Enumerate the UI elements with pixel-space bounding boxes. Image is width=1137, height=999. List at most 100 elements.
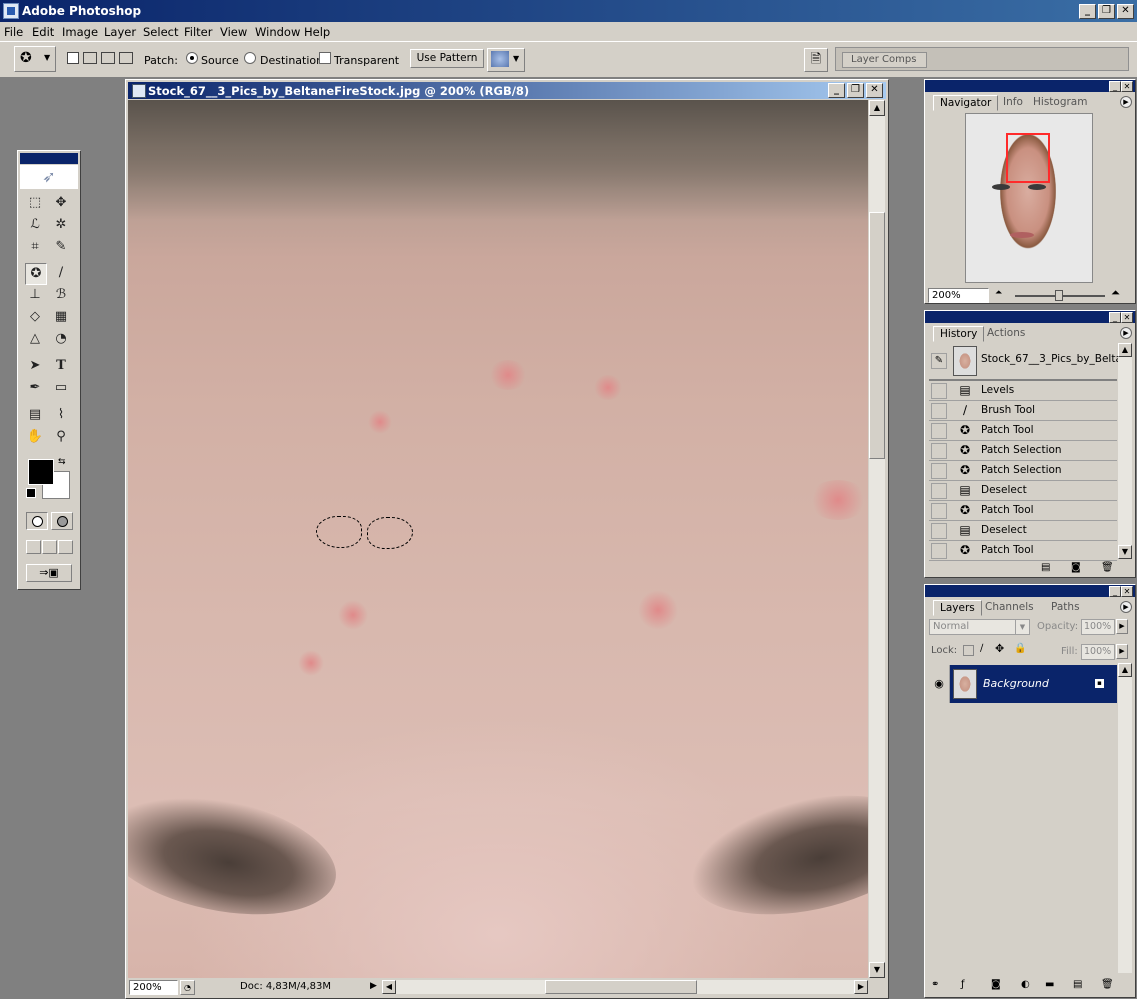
- shape-tool-icon[interactable]: ▭: [51, 378, 71, 398]
- dodge-tool-icon[interactable]: ◔: [51, 329, 71, 349]
- lock-transparency-icon[interactable]: [963, 645, 974, 656]
- panel-menu-icon[interactable]: ▶: [1120, 96, 1132, 108]
- zoom-field[interactable]: 200%: [129, 980, 178, 995]
- pen-tool-icon[interactable]: ✒: [25, 378, 45, 398]
- type-tool-icon[interactable]: T: [51, 356, 71, 376]
- menu-select[interactable]: Select: [143, 25, 178, 39]
- gradient-tool-icon[interactable]: ▦: [51, 307, 71, 327]
- layer-row[interactable]: ◉ Background ▪: [929, 665, 1117, 703]
- scroll-down-icon[interactable]: ▼: [869, 962, 885, 978]
- panel-close-button[interactable]: ✕: [1121, 312, 1133, 323]
- transparent-checkbox[interactable]: [319, 52, 331, 64]
- feather-logo-icon[interactable]: ➶: [20, 165, 78, 189]
- new-document-from-state-icon[interactable]: ▤: [1041, 562, 1050, 573]
- status-menu-arrow-icon[interactable]: ▶: [370, 981, 377, 991]
- tab-paths[interactable]: Paths: [1045, 600, 1086, 614]
- history-brush-source-checkbox[interactable]: [931, 483, 947, 499]
- menu-layer[interactable]: Layer: [104, 25, 136, 39]
- history-brush-source-checkbox[interactable]: [931, 443, 947, 459]
- standard-mode-icon[interactable]: [26, 512, 48, 530]
- panel-close-button[interactable]: ✕: [1121, 586, 1133, 597]
- image-canvas[interactable]: [128, 100, 868, 978]
- status-info-icon[interactable]: ◔: [180, 980, 195, 995]
- foreground-color-swatch-top[interactable]: [28, 459, 54, 485]
- panel-minimize-button[interactable]: _: [1109, 312, 1121, 323]
- brush-tool-icon[interactable]: ∕: [51, 263, 71, 283]
- history-brush-source-icon[interactable]: ✎: [931, 353, 947, 369]
- trash-icon[interactable]: 🗑: [1101, 562, 1114, 573]
- vertical-scroll-thumb[interactable]: [869, 212, 885, 459]
- intersect-selection-icon[interactable]: [119, 52, 133, 64]
- menu-filter[interactable]: Filter: [184, 25, 212, 39]
- layers-panel-title-bar[interactable]: _ ✕: [925, 585, 1135, 597]
- lock-all-icon[interactable]: 🔒: [1014, 643, 1026, 654]
- eye-icon[interactable]: ◉: [929, 665, 950, 703]
- tab-channels[interactable]: Channels: [979, 600, 1040, 614]
- scroll-up-icon[interactable]: ▲: [1118, 663, 1132, 677]
- menu-file[interactable]: File: [4, 25, 23, 39]
- new-layer-icon[interactable]: ▤: [1073, 979, 1082, 990]
- pattern-picker[interactable]: ▼: [487, 48, 525, 72]
- quick-mask-mode-icon[interactable]: [51, 512, 73, 530]
- tab-info[interactable]: Info: [997, 95, 1029, 109]
- history-item[interactable]: ✪ Patch Selection: [929, 461, 1117, 481]
- tool-preset-picker[interactable]: ✪ ▼: [14, 46, 56, 72]
- subtract-selection-icon[interactable]: [101, 52, 115, 64]
- toolbox-title-bar[interactable]: [20, 153, 78, 164]
- eyedropper-tool-icon[interactable]: ⌇: [51, 405, 71, 425]
- source-radio[interactable]: [186, 52, 198, 64]
- vertical-scrollbar[interactable]: ▲ ▼: [869, 100, 885, 978]
- fill-field[interactable]: 100%: [1081, 644, 1115, 660]
- adjustment-layer-icon[interactable]: ◐: [1021, 979, 1030, 990]
- layers-scrollbar[interactable]: ▲: [1118, 663, 1132, 973]
- history-item[interactable]: ✪ Patch Tool: [929, 501, 1117, 521]
- patch-tool-icon[interactable]: ✪: [25, 263, 47, 285]
- history-item[interactable]: ✪ Patch Tool: [929, 421, 1117, 441]
- panel-minimize-button[interactable]: _: [1109, 81, 1121, 92]
- scroll-up-icon[interactable]: ▲: [1118, 343, 1132, 357]
- history-scrollbar[interactable]: ▲ ▼: [1118, 343, 1132, 559]
- doc-close-button[interactable]: ✕: [866, 83, 883, 98]
- default-colors-icon[interactable]: [26, 488, 36, 498]
- doc-restore-button[interactable]: ❐: [847, 83, 864, 98]
- minimize-button[interactable]: _: [1079, 4, 1096, 19]
- jump-to-imageready-icon[interactable]: ⇒▣: [26, 564, 72, 582]
- scroll-up-icon[interactable]: ▲: [869, 100, 885, 116]
- history-brush-source-checkbox[interactable]: [931, 383, 947, 399]
- history-brush-source-checkbox[interactable]: [931, 463, 947, 479]
- destination-radio[interactable]: [244, 52, 256, 64]
- fill-arrow-icon[interactable]: ▶: [1116, 644, 1128, 659]
- history-brush-source-checkbox[interactable]: [931, 403, 947, 419]
- opacity-field[interactable]: 100%: [1081, 619, 1115, 635]
- hand-tool-icon[interactable]: ✋: [25, 427, 45, 447]
- horizontal-scrollbar[interactable]: ◀ ▶: [382, 980, 868, 994]
- layer-style-icon[interactable]: ƒ: [961, 979, 965, 990]
- patch-selection-marquee[interactable]: [316, 516, 362, 548]
- new-group-icon[interactable]: ▬: [1045, 979, 1054, 990]
- scroll-left-icon[interactable]: ◀: [382, 980, 396, 994]
- horizontal-scroll-thumb[interactable]: [545, 980, 697, 994]
- layer-mask-icon[interactable]: ◙: [991, 979, 1001, 990]
- full-screen-mode-icon[interactable]: [58, 540, 73, 554]
- menu-edit[interactable]: Edit: [32, 25, 54, 39]
- magic-wand-tool-icon[interactable]: ✲: [51, 215, 71, 235]
- lock-position-icon[interactable]: ✥: [995, 642, 1004, 655]
- history-item[interactable]: ▤ Deselect: [929, 481, 1117, 501]
- history-brush-source-checkbox[interactable]: [931, 543, 947, 559]
- chevron-down-icon[interactable]: ▼: [1015, 620, 1029, 634]
- menu-image[interactable]: Image: [62, 25, 98, 39]
- scroll-right-icon[interactable]: ▶: [854, 980, 868, 994]
- navigator-zoom-field[interactable]: 200%: [928, 288, 989, 303]
- history-item[interactable]: ∕ Brush Tool: [929, 401, 1117, 421]
- doc-minimize-button[interactable]: _: [828, 83, 845, 98]
- panel-menu-icon[interactable]: ▶: [1120, 601, 1132, 613]
- move-tool-icon[interactable]: ✥: [51, 193, 71, 213]
- clone-stamp-tool-icon[interactable]: ⊥: [25, 285, 45, 305]
- new-snapshot-icon[interactable]: ◙: [1071, 562, 1081, 573]
- tab-actions[interactable]: Actions: [981, 326, 1031, 340]
- history-brush-tool-icon[interactable]: ℬ: [51, 285, 71, 305]
- history-item[interactable]: ▤ Deselect: [929, 521, 1117, 541]
- use-pattern-button[interactable]: Use Pattern: [410, 49, 484, 68]
- navigator-panel-title-bar[interactable]: _ ✕: [925, 80, 1135, 92]
- eraser-tool-icon[interactable]: ◇: [25, 307, 45, 327]
